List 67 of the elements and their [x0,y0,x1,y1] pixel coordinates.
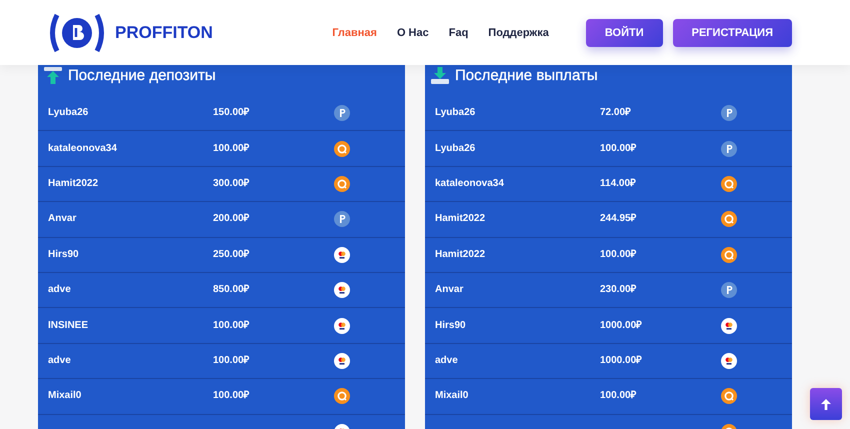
amount: 300.00₽ [213,178,251,190]
panel-title: Последние депозиты [68,67,216,84]
qiwi-icon [334,140,350,157]
mastercard-visa-icon [334,318,350,334]
user-name: Anvar [48,213,78,226]
qiwi-icon [721,388,737,404]
mastercard-visa-icon [334,282,350,298]
qiwi-icon [721,211,737,228]
user-name: INSINEE [48,320,90,332]
nav-link[interactable]: О Нас [396,26,429,38]
register-button[interactable]: РЕГИСТРАЦИЯ [672,18,792,46]
mastercard-visa-icon [334,352,350,369]
scroll-top-button[interactable] [810,388,842,420]
amount: 100.00₽ [213,354,251,367]
amount: 200.00₽ [213,213,251,226]
amount: 100.00₽ [600,390,638,402]
user-name: Hamit2022 [435,213,486,226]
qiwi-icon [721,246,737,263]
amount: 72.00₽ [600,107,632,120]
payeer-icon [721,140,737,157]
amount: 250.00₽ [213,248,251,261]
nav-link[interactable]: Faq [448,26,468,38]
bitcoin-logo-icon [48,12,106,54]
amount: 244.95₽ [600,213,638,226]
user-name: Mixail0 [435,390,470,402]
amount: 114.00₽ [600,178,638,190]
login-button[interactable]: ВОЙТИ [586,18,663,46]
user-name: Hirs90 [435,320,467,332]
panel-title: Последние выплаты [455,67,598,84]
brand-name: PROFFITON [115,22,213,42]
qiwi-icon [334,388,350,404]
user-name: adve [48,354,72,367]
payeer-icon [721,282,737,298]
payeer-icon [334,211,350,228]
user-name: Anvar [435,284,464,296]
user-name: Hamit2022 [435,248,486,261]
mastercard-visa-icon [721,352,737,369]
payeer-icon [721,105,737,122]
user-name: Lyuba26 [435,107,476,120]
qiwi-icon [721,176,737,192]
mastercard-visa-icon [721,318,737,334]
payeer-icon [334,105,350,122]
amount: 230.00₽ [600,284,638,296]
user-name: kataleonova34 [435,178,505,190]
up-arrow-icon [821,398,831,410]
download-tray-icon [431,67,449,84]
user-name: Mixail0 [48,390,82,402]
amount: 100.00₽ [600,248,638,261]
user-name: adve [48,284,72,296]
amount: 100.00₽ [600,142,638,155]
amount: 100.00₽ [213,142,251,155]
nav-link[interactable]: Поддержка [488,26,549,38]
user-name: kataleonova34 [48,142,118,155]
amount: 850.00₽ [213,284,251,296]
qiwi-icon [334,176,350,192]
amount: 100.00₽ [213,390,251,402]
amount: 1000.00₽ [600,320,644,332]
user-name: Lyuba26 [48,107,90,120]
upload-arrow-icon [44,67,62,84]
user-name: Hirs90 [48,248,80,261]
mastercard-visa-icon [334,246,350,263]
user-name: adve [435,354,459,367]
user-name: Hamit2022 [48,178,100,190]
user-name: Lyuba26 [435,142,476,155]
amount: 1000.00₽ [600,354,644,367]
amount: 100.00₽ [213,320,251,332]
amount: 150.00₽ [213,107,251,120]
